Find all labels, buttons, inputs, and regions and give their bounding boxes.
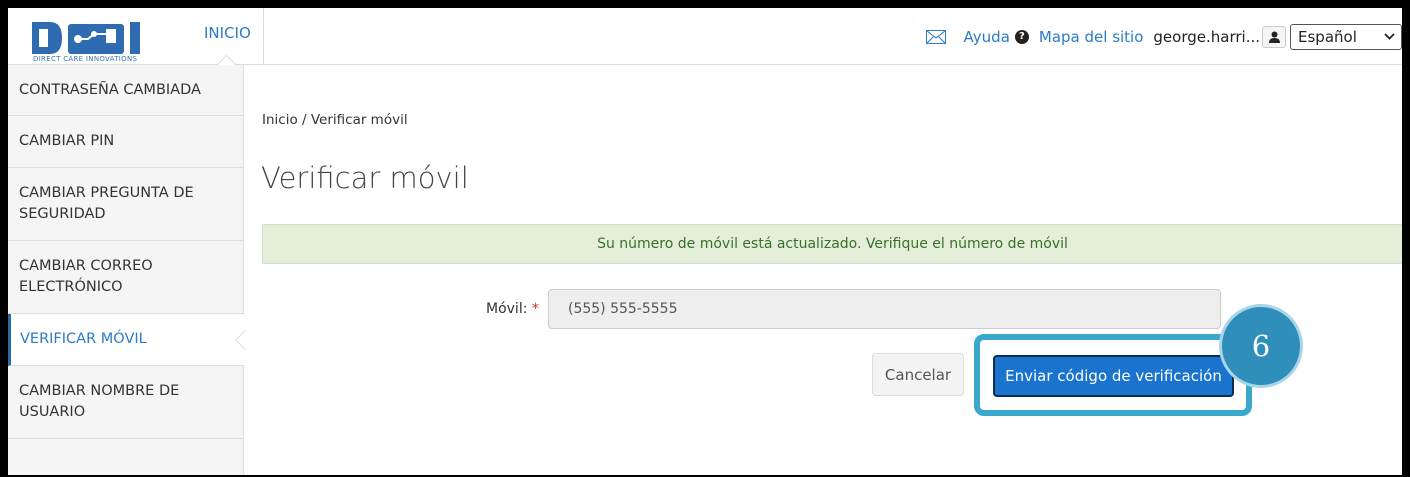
sidebar-item-change-pin[interactable]: CAMBIAR PIN: [8, 116, 244, 168]
mobile-label-text: Móvil:: [486, 301, 528, 317]
dci-logo[interactable]: [32, 20, 172, 56]
mobile-field[interactable]: (555) 555-5555: [548, 289, 1221, 329]
chevron-down-icon: [1384, 33, 1395, 40]
logo-area: DIRECT CARE INNOVATIONS INICIO: [8, 8, 264, 65]
cancel-button[interactable]: Cancelar: [872, 353, 964, 396]
active-indicator: [235, 329, 255, 350]
sitemap-link[interactable]: Mapa del sitio: [1039, 28, 1144, 46]
sidebar-item-verify-mobile[interactable]: VERIFICAR MÓVIL: [8, 314, 255, 366]
top-navbar: DIRECT CARE INNOVATIONS INICIO Ayuda ? M…: [8, 8, 1402, 65]
language-select[interactable]: Español: [1290, 23, 1402, 50]
sidebar-item-change-email[interactable]: CAMBIAR CORREO ELECTRÓNICO: [8, 241, 244, 314]
send-verification-code-button[interactable]: Enviar código de verificación: [993, 355, 1234, 397]
mail-icon[interactable]: [925, 29, 946, 44]
success-alert: Su número de móvil está actualizado. Ver…: [262, 224, 1402, 264]
mobile-field-label: Móvil: *: [486, 301, 539, 317]
sidebar-item-label: VERIFICAR MÓVIL: [20, 331, 147, 347]
sidebar-item-security-question[interactable]: CAMBIAR PREGUNTA DE SEGURIDAD: [8, 168, 244, 241]
language-value: Español: [1298, 27, 1357, 46]
sidebar-item-password-changed[interactable]: CONTRASEÑA CAMBIADA: [8, 65, 244, 116]
sidebar: CONTRASEÑA CAMBIADA CAMBIAR PIN CAMBIAR …: [8, 65, 255, 475]
sidebar-item-change-username[interactable]: CAMBIAR NOMBRE DE USUARIO: [8, 366, 244, 439]
question-circle-icon: ?: [1014, 29, 1029, 44]
breadcrumb: Inicio / Verificar móvil: [262, 112, 408, 128]
step-number-badge: 6: [1219, 304, 1303, 388]
app-window: DIRECT CARE INNOVATIONS INICIO Ayuda ? M…: [8, 8, 1402, 475]
help-label: Ayuda: [963, 27, 1010, 46]
help-link[interactable]: Ayuda ?: [964, 28, 1029, 46]
user-icon: [1268, 31, 1280, 43]
logo-subtitle: DIRECT CARE INNOVATIONS: [33, 55, 138, 63]
username: george.harri...: [1153, 27, 1260, 46]
page-title: Verificar móvil: [261, 161, 469, 195]
header-actions: Ayuda ? Mapa del sitio george.harri... E…: [925, 8, 1402, 65]
user-menu-button[interactable]: [1262, 25, 1286, 48]
required-marker: *: [531, 301, 539, 317]
nav-home-link[interactable]: INICIO: [204, 24, 251, 42]
